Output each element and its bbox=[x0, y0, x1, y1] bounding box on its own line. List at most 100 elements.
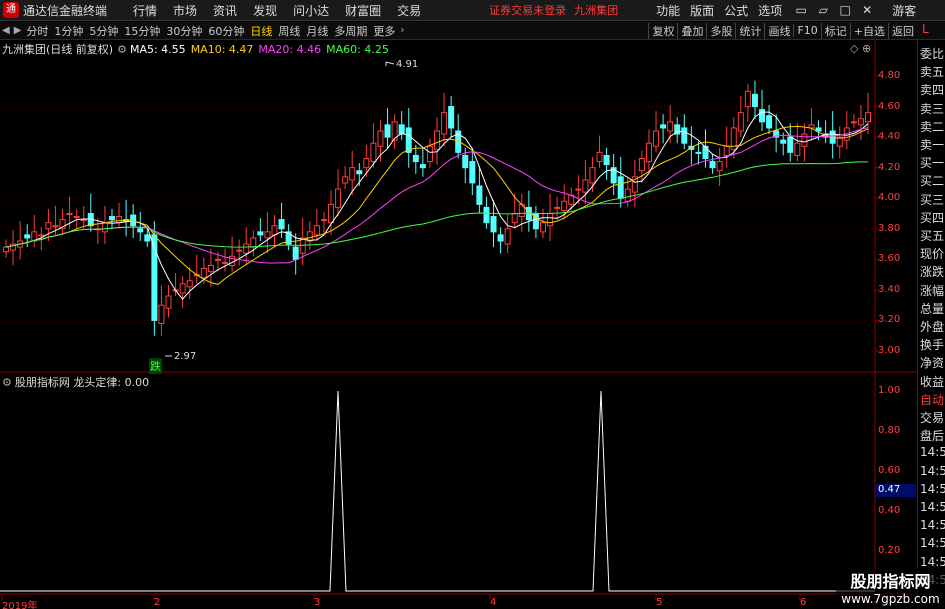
candle-body bbox=[483, 206, 490, 224]
side-panel-label[interactable]: 交易 bbox=[920, 409, 944, 426]
x-axis-label: 2 bbox=[154, 597, 161, 608]
candle-body bbox=[624, 188, 631, 202]
side-panel-label[interactable]: 卖一 bbox=[920, 136, 944, 153]
side-panel-label[interactable]: 14:56 bbox=[920, 500, 945, 514]
ma5-value: MA5: 4.55 bbox=[129, 42, 186, 56]
candle-body bbox=[186, 280, 193, 288]
side-panel-label[interactable]: 14:56 bbox=[920, 482, 945, 496]
candle-body bbox=[462, 154, 469, 169]
candle-body bbox=[66, 213, 73, 215]
price-tick: 3.00 bbox=[878, 345, 901, 356]
candle-body bbox=[342, 176, 349, 184]
low-price-label: 2.97 bbox=[174, 351, 197, 362]
side-panel-label[interactable]: 净资 bbox=[920, 354, 944, 371]
side-panel-label[interactable]: 外盘 bbox=[920, 318, 944, 335]
side-panel-label[interactable]: 换手 bbox=[920, 336, 944, 353]
side-panel-label[interactable]: 总量 bbox=[920, 300, 944, 317]
candle-body bbox=[596, 151, 603, 163]
settings-icon[interactable]: ⚙ bbox=[117, 43, 127, 56]
diamond-icon[interactable]: ◇ bbox=[850, 42, 858, 55]
ma10-value: MA10: 4.47 bbox=[190, 42, 254, 56]
candle-body bbox=[264, 231, 271, 239]
side-panel-label[interactable]: 涨幅 bbox=[920, 282, 944, 299]
candle-body bbox=[165, 295, 172, 309]
side-panel-label[interactable]: 卖三 bbox=[920, 100, 944, 117]
candle-body bbox=[292, 246, 299, 260]
sub-tick: 1.00 bbox=[878, 385, 901, 396]
side-panel-label[interactable]: 自动 bbox=[920, 391, 944, 408]
side-panel-label[interactable]: 买五 bbox=[920, 227, 944, 244]
candle-body bbox=[645, 142, 652, 163]
candle-body bbox=[815, 127, 822, 132]
candle-body bbox=[335, 188, 342, 208]
side-panel-label[interactable]: 买二 bbox=[920, 172, 944, 189]
side-panel-label[interactable]: 委比 bbox=[920, 45, 944, 62]
x-axis-label: 2019年 bbox=[2, 601, 38, 609]
candle-body bbox=[419, 164, 426, 169]
side-panel-label[interactable]: 买四 bbox=[920, 209, 944, 226]
side-panel-label[interactable]: 现价 bbox=[920, 245, 944, 262]
candle-body bbox=[787, 136, 794, 153]
sub-current-value: 0.47 bbox=[876, 484, 916, 497]
ma60-value: MA60: 4.25 bbox=[326, 42, 389, 56]
zoom-icon[interactable]: ⊕ bbox=[862, 42, 871, 55]
candle-body bbox=[780, 139, 787, 144]
candle-body bbox=[207, 264, 214, 273]
candle-body bbox=[73, 216, 80, 219]
side-panel-label[interactable]: 卖二 bbox=[920, 118, 944, 135]
side-panel-label[interactable]: 14:56 bbox=[920, 445, 945, 459]
candle-body bbox=[80, 219, 87, 222]
candle-body bbox=[603, 154, 610, 166]
candle-body bbox=[158, 304, 165, 324]
side-panel-label[interactable]: 14:56 bbox=[920, 464, 945, 478]
candle-body bbox=[243, 243, 250, 254]
candle-body bbox=[504, 228, 511, 245]
candle-body bbox=[857, 118, 864, 126]
stock-title[interactable]: 九洲集团(日线 前复权) bbox=[2, 41, 113, 57]
sub-settings-icon[interactable]: ⚙ bbox=[2, 376, 12, 389]
candle-body bbox=[236, 249, 243, 252]
candle-body bbox=[448, 106, 455, 129]
high-marker bbox=[385, 61, 395, 66]
candle-body bbox=[328, 203, 335, 224]
candle-body bbox=[667, 121, 674, 132]
candle-body bbox=[377, 130, 384, 147]
candle-body bbox=[589, 167, 596, 184]
candle-body bbox=[801, 133, 808, 147]
candle-body bbox=[384, 124, 391, 138]
high-price-label: 4.91 bbox=[396, 59, 419, 70]
candle-body bbox=[441, 112, 448, 135]
side-panel-label[interactable]: 涨跌 bbox=[920, 263, 944, 280]
sub-tick: 0.20 bbox=[878, 545, 901, 556]
price-tick: 4.60 bbox=[878, 100, 901, 112]
candle-body bbox=[865, 112, 871, 123]
candle-body bbox=[271, 225, 278, 236]
candle-body bbox=[200, 268, 207, 279]
candle-body bbox=[716, 161, 723, 172]
candle-body bbox=[617, 176, 624, 199]
candle-body bbox=[101, 222, 108, 233]
side-panel-label[interactable]: 盘后 bbox=[920, 427, 944, 444]
candle-body bbox=[751, 93, 758, 108]
low-mark-badge: 跌 bbox=[149, 358, 162, 374]
candle-body bbox=[108, 216, 115, 221]
candle-body bbox=[398, 124, 405, 135]
side-panel-label[interactable]: 收益 bbox=[920, 373, 944, 390]
ma20-value: MA20: 4.46 bbox=[258, 42, 322, 56]
candle-body bbox=[547, 213, 554, 227]
candle-body bbox=[250, 237, 257, 248]
candle-body bbox=[554, 206, 561, 209]
side-panel-label[interactable]: 买三 bbox=[920, 191, 944, 208]
candle-body bbox=[539, 222, 546, 233]
side-panel-label[interactable]: 卖四 bbox=[920, 81, 944, 98]
side-panel-label[interactable]: 卖五 bbox=[920, 63, 944, 80]
candle-body bbox=[412, 154, 419, 163]
kline-chart-canvas[interactable] bbox=[0, 0, 945, 609]
candle-body bbox=[222, 261, 229, 264]
side-panel-label[interactable]: 14:56 bbox=[920, 518, 945, 532]
main-indicator-header: 九洲集团(日线 前复权) ⚙ MA5: 4.55 MA10: 4.47 MA20… bbox=[2, 41, 394, 57]
side-panel-label[interactable]: 买一 bbox=[920, 154, 944, 171]
side-panel-label[interactable]: 14:56 bbox=[920, 555, 945, 569]
sub-indicator-title[interactable]: 股朋指标网 龙头定律: 0.00 bbox=[15, 374, 149, 390]
side-panel-label[interactable]: 14:56 bbox=[920, 536, 945, 550]
